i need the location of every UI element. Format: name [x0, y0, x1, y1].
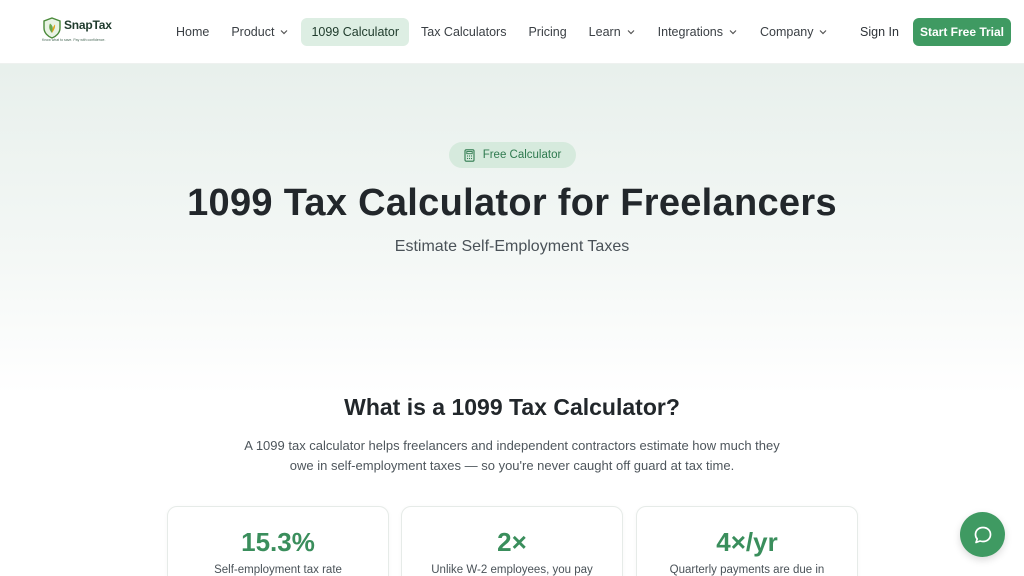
nav-item-pricing[interactable]: Pricing — [518, 18, 576, 46]
nav-label: Company — [759, 25, 814, 39]
stat-card-tax-rate: 15.3% Self-employment tax rate — [167, 506, 389, 576]
chevron-down-icon — [729, 30, 737, 35]
stat-value: 2× — [497, 527, 527, 557]
chevron-down-icon — [281, 30, 288, 35]
nav-label: Pricing — [528, 25, 567, 39]
badge-label: Free Calculator — [482, 149, 562, 161]
logo[interactable]: SnapTax Know what to save. Pay with conf… — [40, 15, 116, 45]
sign-in-link[interactable]: Sign In — [852, 18, 907, 46]
nav-item-tax-calculators[interactable]: Tax Calculators — [411, 18, 516, 46]
main-nav: Home Product 1099 Calculator Tax Calcula… — [166, 18, 840, 46]
nav-label: Learn — [588, 25, 621, 39]
brand-name: SnapTax — [64, 18, 112, 32]
nav-item-learn[interactable]: Learn — [579, 18, 646, 46]
nav-label: Integrations — [657, 25, 723, 39]
chevron-down-icon — [627, 30, 635, 35]
chat-button[interactable] — [960, 512, 1005, 557]
shield-leaf-icon — [43, 17, 61, 39]
hero-section: Free Calculator 1099 Tax Calculator for … — [0, 64, 1024, 394]
chevron-down-icon — [820, 30, 827, 35]
nav-label: Tax Calculators — [421, 25, 507, 39]
nav-item-company[interactable]: Company — [750, 18, 839, 46]
page-subtitle: Estimate Self-Employment Taxes — [394, 238, 630, 255]
site-header: SnapTax Know what to save. Pay with conf… — [0, 0, 1024, 64]
nav-item-product[interactable]: Product — [221, 18, 299, 46]
chat-bubble-icon — [974, 526, 991, 543]
brand-tagline: Know what to save. Pay with confidence. — [42, 38, 106, 42]
start-free-trial-button[interactable]: Start Free Trial — [913, 18, 1011, 46]
page-title: 1099 Tax Calculator for Freelancers — [187, 182, 837, 224]
section-title: What is a 1099 Tax Calculator? — [344, 394, 680, 420]
stat-label: Unlike W-2 employees, you pay — [431, 564, 593, 576]
nav-label: Home — [176, 25, 210, 39]
nav-item-integrations[interactable]: Integrations — [648, 18, 748, 46]
section-description: A 1099 tax calculator helps freelancers … — [244, 438, 780, 473]
stat-value: 4×/yr — [716, 527, 778, 557]
stat-label: Quarterly payments are due in — [669, 564, 825, 576]
stat-label: Self-employment tax rate — [214, 564, 342, 576]
calculator-icon — [464, 148, 475, 162]
stat-card-quarterly: 4×/yr Quarterly payments are due in — [636, 506, 858, 576]
nav-item-1099-calculator[interactable]: 1099 Calculator — [301, 18, 409, 46]
nav-label: 1099 Calculator — [311, 25, 399, 39]
stat-card-double: 2× Unlike W-2 employees, you pay — [401, 506, 623, 576]
stat-value: 15.3% — [241, 527, 315, 557]
nav-label: Product — [231, 25, 275, 39]
nav-item-home[interactable]: Home — [166, 18, 219, 46]
free-calculator-badge: Free Calculator — [449, 142, 576, 168]
